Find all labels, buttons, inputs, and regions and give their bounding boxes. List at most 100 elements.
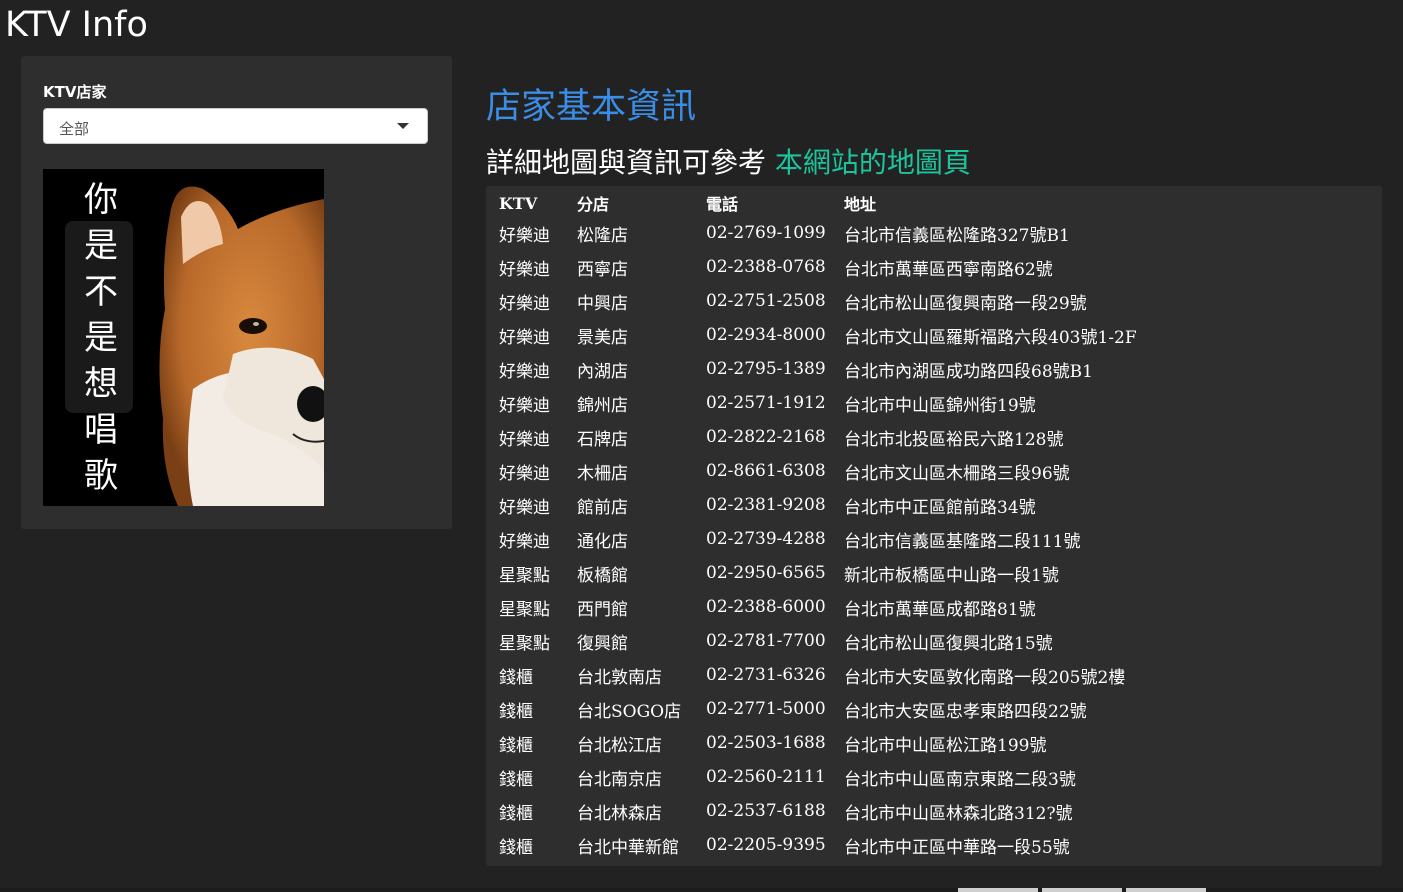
cell-phone: 02-2731-6326 [706,665,826,685]
table-body: 好樂迪 松隆店 02-2769-1099 台北市信義區松隆路327號B1 好樂迪 西寧店 0… [492,216,1144,862]
cell-ktv: 好樂迪 [499,293,550,314]
page-heading: 店家基本資訊 [486,87,697,127]
cell-branch: 館前店 [577,497,628,518]
cell-address: 台北市大安區敦化南路一段205號2樓 [844,667,1126,688]
cell-ktv: 好樂迪 [499,531,550,552]
cell-branch: 台北SOGO店 [577,701,682,722]
table-row: 星聚點 西門館 02-2388-6000 台北市萬華區成都路81號 [492,590,1144,624]
cell-branch: 台北中華新館 [577,837,679,858]
cell-address: 台北市中山區林森北路312?號 [844,803,1073,824]
cell-phone: 02-2503-1688 [706,733,826,753]
table-header-row: KTV 分店 電話 地址 [492,190,1144,216]
sidebar-panel: KTV店家 全部 你 是 不 是 想 唱 歌 [21,56,452,529]
cell-address: 台北市文山區木柵路三段96號 [844,463,1070,484]
cell-address: 台北市中山區錦州街19號 [844,395,1036,416]
cell-branch: 木柵店 [577,463,628,484]
promo-char: 想 [84,364,118,404]
cell-ktv: 好樂迪 [499,225,550,246]
page-subheading: 詳細地圖與資訊可參考 本網站的地圖頁 [486,141,971,181]
cell-phone: 02-2950-6565 [706,563,826,583]
promo-char: 是 [84,318,118,358]
ktv-select-label: KTV店家 [43,83,107,101]
table-row: 好樂迪 通化店 02-2739-4288 台北市信義區基隆路二段111號 [492,522,1144,556]
cell-address: 台北市北投區裕民六路128號 [844,429,1064,450]
cell-branch: 西門館 [577,599,628,620]
cell-phone: 02-2739-4288 [706,529,826,549]
cell-ktv: 好樂迪 [499,361,550,382]
cell-branch: 台北林森店 [577,803,662,824]
table-row: 錢櫃 台北中華新館 02-2205-9395 台北市中正區中華路一段55號 [492,828,1144,862]
cell-branch: 內湖店 [577,361,628,382]
cell-ktv: 錢櫃 [499,701,533,722]
cell-ktv: 錢櫃 [499,803,533,824]
promo-image: 你 是 不 是 想 唱 歌 [43,169,324,506]
cell-address: 台北市文山區羅斯福路六段403號1-2F [844,327,1137,348]
map-page-link[interactable]: 本網站的地圖頁 [775,146,971,179]
bottom-control[interactable] [958,888,1038,892]
cell-branch: 錦州店 [577,395,628,416]
promo-char: 不 [84,272,118,312]
table-row: 星聚點 復興館 02-2781-7700 台北市松山區復興北路15號 [492,624,1144,658]
cell-address: 新北市板橋區中山路一段1號 [844,565,1059,586]
table-row: 星聚點 板橋館 02-2950-6565 新北市板橋區中山路一段1號 [492,556,1144,590]
table-row: 錢櫃 台北林森店 02-2537-6188 台北市中山區林森北路312?號 [492,794,1144,828]
ktv-table-panel: KTV 分店 電話 地址 好樂迪 松隆店 02-2769-1099 台北市信義區松隆路… [486,186,1382,866]
cell-branch: 景美店 [577,327,628,348]
cell-branch: 中興店 [577,293,628,314]
cell-ktv: 好樂迪 [499,497,550,518]
table-row: 好樂迪 西寧店 02-2388-0768 台北市萬華區西寧南路62號 [492,250,1144,284]
cell-phone: 02-2388-6000 [706,597,826,617]
subheading-text: 詳細地圖與資訊可參考 [486,146,775,179]
cell-phone: 02-2822-2168 [706,427,826,447]
cell-ktv: 錢櫃 [499,837,533,858]
cell-ktv: 錢櫃 [499,735,533,756]
cell-ktv: 好樂迪 [499,327,550,348]
table-row: 錢櫃 台北SOGO店 02-2771-5000 台北市大安區忠孝東路四段22號 [492,692,1144,726]
cell-ktv: 星聚點 [499,633,550,654]
promo-char: 是 [84,226,118,266]
promo-char: 歌 [84,456,118,496]
cell-phone: 02-2537-6188 [706,801,826,821]
bottom-controls [958,888,1206,892]
cell-phone: 02-2381-9208 [706,495,826,515]
promo-char: 唱 [84,410,118,450]
table-row: 錢櫃 台北南京店 02-2560-2111 台北市中山區南京東路二段3號 [492,760,1144,794]
promo-char: 你 [84,180,118,220]
cell-branch: 石牌店 [577,429,628,450]
cell-address: 台北市信義區基隆路二段111號 [844,531,1081,552]
cell-phone: 02-2571-1912 [706,393,826,413]
cell-branch: 台北敦南店 [577,667,662,688]
cell-ktv: 好樂迪 [499,463,550,484]
ktv-select-dropdown[interactable]: 全部 [43,108,428,144]
cell-ktv: 好樂迪 [499,259,550,280]
cell-ktv: 錢櫃 [499,769,533,790]
cell-phone: 02-2934-8000 [706,325,826,345]
cell-address: 台北市松山區復興北路15號 [844,633,1053,654]
column-header-address[interactable]: 地址 [837,190,1144,216]
cell-address: 台北市萬華區西寧南路62號 [844,259,1053,280]
bottom-control[interactable] [1126,888,1206,892]
column-header-ktv[interactable]: KTV [492,190,570,216]
table-row: 好樂迪 景美店 02-2934-8000 台北市文山區羅斯福路六段403號1-2F [492,318,1144,352]
table-row: 好樂迪 館前店 02-2381-9208 台北市中正區館前路34號 [492,488,1144,522]
cell-phone: 02-2795-1389 [706,359,826,379]
table-row: 好樂迪 木柵店 02-8661-6308 台北市文山區木柵路三段96號 [492,454,1144,488]
column-header-phone[interactable]: 電話 [699,190,837,216]
table-row: 好樂迪 內湖店 02-2795-1389 台北市內湖區成功路四段68號B1 [492,352,1144,386]
cell-phone: 02-2205-9395 [706,835,826,855]
cell-address: 台北市中正區館前路34號 [844,497,1036,518]
cell-address: 台北市萬華區成都路81號 [844,599,1036,620]
table-row: 好樂迪 錦州店 02-2571-1912 台北市中山區錦州街19號 [492,386,1144,420]
cell-ktv: 好樂迪 [499,429,550,450]
cell-ktv: 星聚點 [499,599,550,620]
cell-branch: 松隆店 [577,225,628,246]
bottom-control[interactable] [1042,888,1122,892]
column-header-branch[interactable]: 分店 [570,190,699,216]
cell-phone: 02-2560-2111 [706,767,826,787]
table-row: 好樂迪 中興店 02-2751-2508 台北市松山區復興南路一段29號 [492,284,1144,318]
table-row: 好樂迪 石牌店 02-2822-2168 台北市北投區裕民六路128號 [492,420,1144,454]
table-row: 錢櫃 台北敦南店 02-2731-6326 台北市大安區敦化南路一段205號2樓 [492,658,1144,692]
cell-phone: 02-2781-7700 [706,631,826,651]
cell-phone: 02-2388-0768 [706,257,826,277]
cell-address: 台北市松山區復興南路一段29號 [844,293,1087,314]
